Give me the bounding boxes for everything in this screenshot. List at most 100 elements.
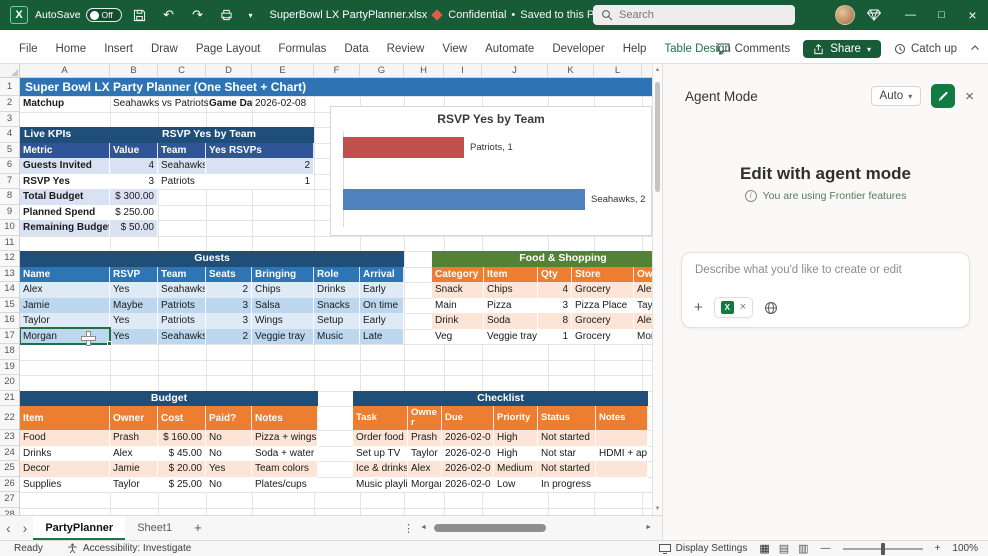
ribbon-tab-file[interactable]: File [10, 38, 47, 60]
column-label[interactable]: Team [158, 143, 206, 159]
cell[interactable]: Low [494, 477, 538, 493]
cell[interactable]: Alex [20, 282, 110, 298]
cell[interactable]: 4 [110, 158, 158, 174]
cell[interactable]: 4 [538, 282, 572, 298]
cell[interactable]: $ 160.00 [158, 430, 206, 446]
cell[interactable]: Morgan [408, 477, 442, 493]
cell[interactable]: 2 [206, 158, 314, 174]
cell[interactable]: Plates/cups [252, 477, 318, 493]
cell[interactable]: Chips [252, 282, 314, 298]
cell[interactable]: 3 [206, 298, 252, 314]
ribbon-tab-automate[interactable]: Automate [476, 38, 543, 60]
row-header-18[interactable]: 18 [0, 344, 19, 360]
avatar[interactable] [835, 5, 855, 25]
cell[interactable]: Yes [206, 461, 252, 477]
cell[interactable]: Seahawks [158, 329, 206, 345]
column-header-H[interactable]: H [404, 64, 444, 78]
cell[interactable]: Morgan [634, 329, 652, 345]
ribbon-tab-review[interactable]: Review [378, 38, 434, 60]
cell[interactable]: Soda [484, 313, 538, 329]
cell[interactable]: Prash [110, 430, 158, 446]
row-header-14[interactable]: 14 [0, 282, 19, 298]
scroll-up-icon[interactable]: ▲ [653, 67, 662, 73]
column-label[interactable]: Value [110, 143, 158, 159]
hscroll-left-icon[interactable]: ◄ [420, 524, 427, 531]
hscroll-right-icon[interactable]: ► [645, 524, 652, 531]
cell[interactable]: Music playlist [353, 477, 408, 493]
page-layout-view-icon[interactable]: ▤ [779, 542, 789, 555]
row-header-1[interactable]: 1 [0, 78, 19, 96]
cell[interactable]: 2026-02-0 [442, 477, 494, 493]
cell[interactable]: RSVP Yes [20, 174, 110, 190]
row-header-4[interactable]: 4 [0, 127, 19, 143]
workbook-context-chip[interactable]: X × [714, 297, 753, 318]
cell[interactable]: Maybe [110, 298, 158, 314]
column-label[interactable]: Arrival [360, 267, 404, 283]
row-header-27[interactable]: 27 [0, 492, 19, 508]
cell[interactable]: 2026-02-0 [442, 446, 494, 462]
column-header-A[interactable]: A [20, 64, 110, 78]
cell[interactable]: Setup [314, 313, 360, 329]
cell[interactable]: Grocery [572, 329, 634, 345]
column-header-B[interactable]: B [110, 64, 158, 78]
zoom-level[interactable]: 100% [952, 543, 978, 554]
cell[interactable]: In progress [538, 477, 596, 493]
column-header-F[interactable]: F [314, 64, 360, 78]
zoom-in-icon[interactable]: + [935, 543, 941, 554]
column-header-K[interactable]: K [548, 64, 594, 78]
cell[interactable]: Yes [110, 329, 158, 345]
autosave-toggle[interactable]: AutoSave Off [35, 8, 122, 22]
column-label[interactable]: Item [20, 406, 110, 430]
column-label[interactable]: Seats [206, 267, 252, 283]
cell[interactable]: Chips [484, 282, 538, 298]
display-settings-button[interactable]: Display Settings [659, 543, 748, 554]
column-label[interactable]: Paid? [206, 406, 252, 430]
cell[interactable]: Drink [432, 313, 484, 329]
column-label[interactable]: Yes RSVPs [206, 143, 314, 159]
cell[interactable]: Not started [538, 430, 596, 446]
cell[interactable] [596, 461, 648, 477]
horizontal-scrollbar[interactable]: ◄ ► [420, 516, 652, 540]
new-chat-button[interactable] [931, 84, 955, 108]
column-header-M[interactable]: M [642, 64, 652, 78]
cell[interactable]: Seahawks [158, 282, 206, 298]
row-header-3[interactable]: 3 [0, 112, 19, 128]
cell[interactable]: 2 [206, 282, 252, 298]
row-header-21[interactable]: 21 [0, 391, 19, 407]
cell[interactable]: $ 25.00 [158, 477, 206, 493]
row-header-28[interactable]: 28 [0, 508, 19, 516]
column-label[interactable]: Owner [110, 406, 158, 430]
cell[interactable]: 1 [538, 329, 572, 345]
column-header-J[interactable]: J [482, 64, 548, 78]
agent-composer[interactable]: Describe what you'd like to create or ed… [681, 252, 970, 328]
grid-area[interactable]: Super Bowl LX Party Planner (One Sheet +… [0, 78, 652, 515]
column-label[interactable]: Bringing [252, 267, 314, 283]
row-header-17[interactable]: 17 [0, 329, 19, 345]
save-button[interactable] [129, 3, 151, 27]
cell[interactable]: Main [432, 298, 484, 314]
cell[interactable]: Snacks [314, 298, 360, 314]
cell[interactable]: Seahawks [158, 158, 206, 174]
cell[interactable]: Music [314, 329, 360, 345]
row-header-16[interactable]: 16 [0, 313, 19, 329]
cell[interactable]: Grocery [572, 313, 634, 329]
cell[interactable]: Taylor [634, 298, 652, 314]
cell[interactable]: Yes [110, 282, 158, 298]
column-label[interactable]: Name [20, 267, 110, 283]
cell[interactable]: $ 250.00 [110, 205, 158, 221]
ribbon-tab-formulas[interactable]: Formulas [269, 38, 335, 60]
ribbon-tab-data[interactable]: Data [335, 38, 377, 60]
cell[interactable]: Salsa [252, 298, 314, 314]
table-header-rsvp_table[interactable]: RSVP Yes by Team [158, 127, 314, 143]
close-panel-icon[interactable]: × [965, 89, 974, 104]
cell[interactable]: 3 [110, 174, 158, 190]
column-header-D[interactable]: D [206, 64, 252, 78]
cell[interactable]: Ice & drinks [353, 461, 408, 477]
remove-chip-icon[interactable]: × [740, 302, 746, 313]
ribbon-tab-developer[interactable]: Developer [543, 38, 613, 60]
column-header-C[interactable]: C [158, 64, 206, 78]
column-header-L[interactable]: L [594, 64, 642, 78]
quick-access-chevron-icon[interactable]: ▾ [245, 3, 257, 27]
table-header-budget[interactable]: Budget [20, 391, 318, 407]
cell[interactable]: Decor [20, 461, 110, 477]
